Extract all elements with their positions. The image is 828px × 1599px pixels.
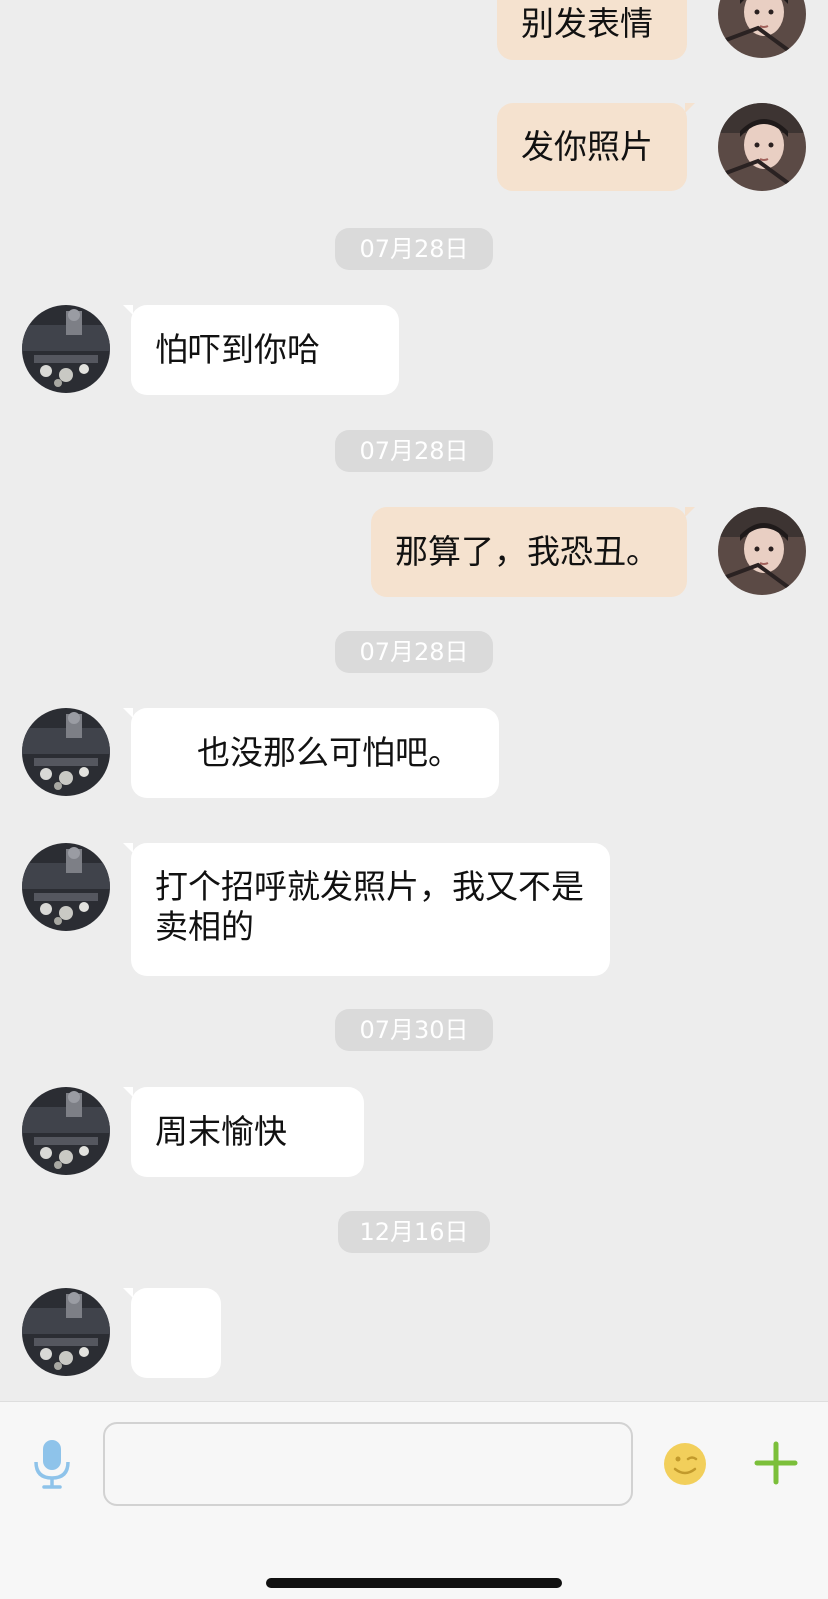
contact-avatar[interactable] [22, 843, 110, 931]
message-bubble-outgoing[interactable]: 那算了，我恐丑。 [371, 507, 695, 597]
chat-history[interactable]: 别发表情 发你照片 07月28日 怕吓到你哈 07月28日 那算了，我恐丑。 0… [0, 0, 828, 1400]
avatar-photo-girl [718, 103, 806, 191]
emoji-icon[interactable] [662, 1441, 708, 1487]
my-avatar[interactable] [718, 507, 806, 595]
my-avatar[interactable] [718, 0, 806, 58]
plus-icon[interactable] [753, 1440, 799, 1486]
message-text: 打个招呼就发照片，我又不是卖相的 [155, 867, 584, 946]
message-text: 怕吓到你哈 [155, 330, 320, 369]
home-indicator[interactable] [266, 1578, 562, 1588]
message-bubble-incoming[interactable]: 也没那么可怕吧。 [123, 708, 499, 798]
message-text: 发你照片 [521, 127, 653, 166]
message-bubble-incoming[interactable]: 打个招呼就发照片，我又不是卖相的 [123, 843, 610, 976]
microphone-icon[interactable] [30, 1438, 74, 1490]
date-separator: 07月28日 [335, 430, 493, 472]
input-bar [0, 1401, 828, 1599]
message-bubble-outgoing[interactable]: 发你照片 [497, 103, 695, 191]
message-text: 那算了，我恐丑。 [395, 532, 659, 571]
date-separator: 12月16日 [338, 1211, 490, 1253]
message-bubble-incoming[interactable]: 周末愉快 [123, 1087, 364, 1177]
message-text: 也没那么可怕吧。 [197, 733, 461, 772]
message-bubble-incoming[interactable]: 怕吓到你哈 [123, 305, 399, 395]
date-separator: 07月30日 [335, 1009, 493, 1051]
avatar-photo-man [22, 1087, 110, 1175]
avatar-photo-girl [718, 0, 806, 58]
avatar-photo-man [22, 305, 110, 393]
contact-avatar[interactable] [22, 1288, 110, 1376]
date-separator: 07月28日 [335, 228, 493, 270]
avatar-photo-man [22, 843, 110, 931]
message-text: 别发表情 [521, 4, 653, 43]
message-text: 周末愉快 [155, 1112, 287, 1151]
my-avatar[interactable] [718, 103, 806, 191]
message-input[interactable] [103, 1422, 633, 1506]
avatar-photo-man [22, 1288, 110, 1376]
contact-avatar[interactable] [22, 305, 110, 393]
avatar-photo-girl [718, 507, 806, 595]
avatar-photo-man [22, 708, 110, 796]
contact-avatar[interactable] [22, 708, 110, 796]
contact-avatar[interactable] [22, 1087, 110, 1175]
date-separator: 07月28日 [335, 631, 493, 673]
message-bubble-incoming[interactable] [123, 1288, 221, 1378]
message-bubble-outgoing[interactable]: 别发表情 [497, 0, 687, 60]
